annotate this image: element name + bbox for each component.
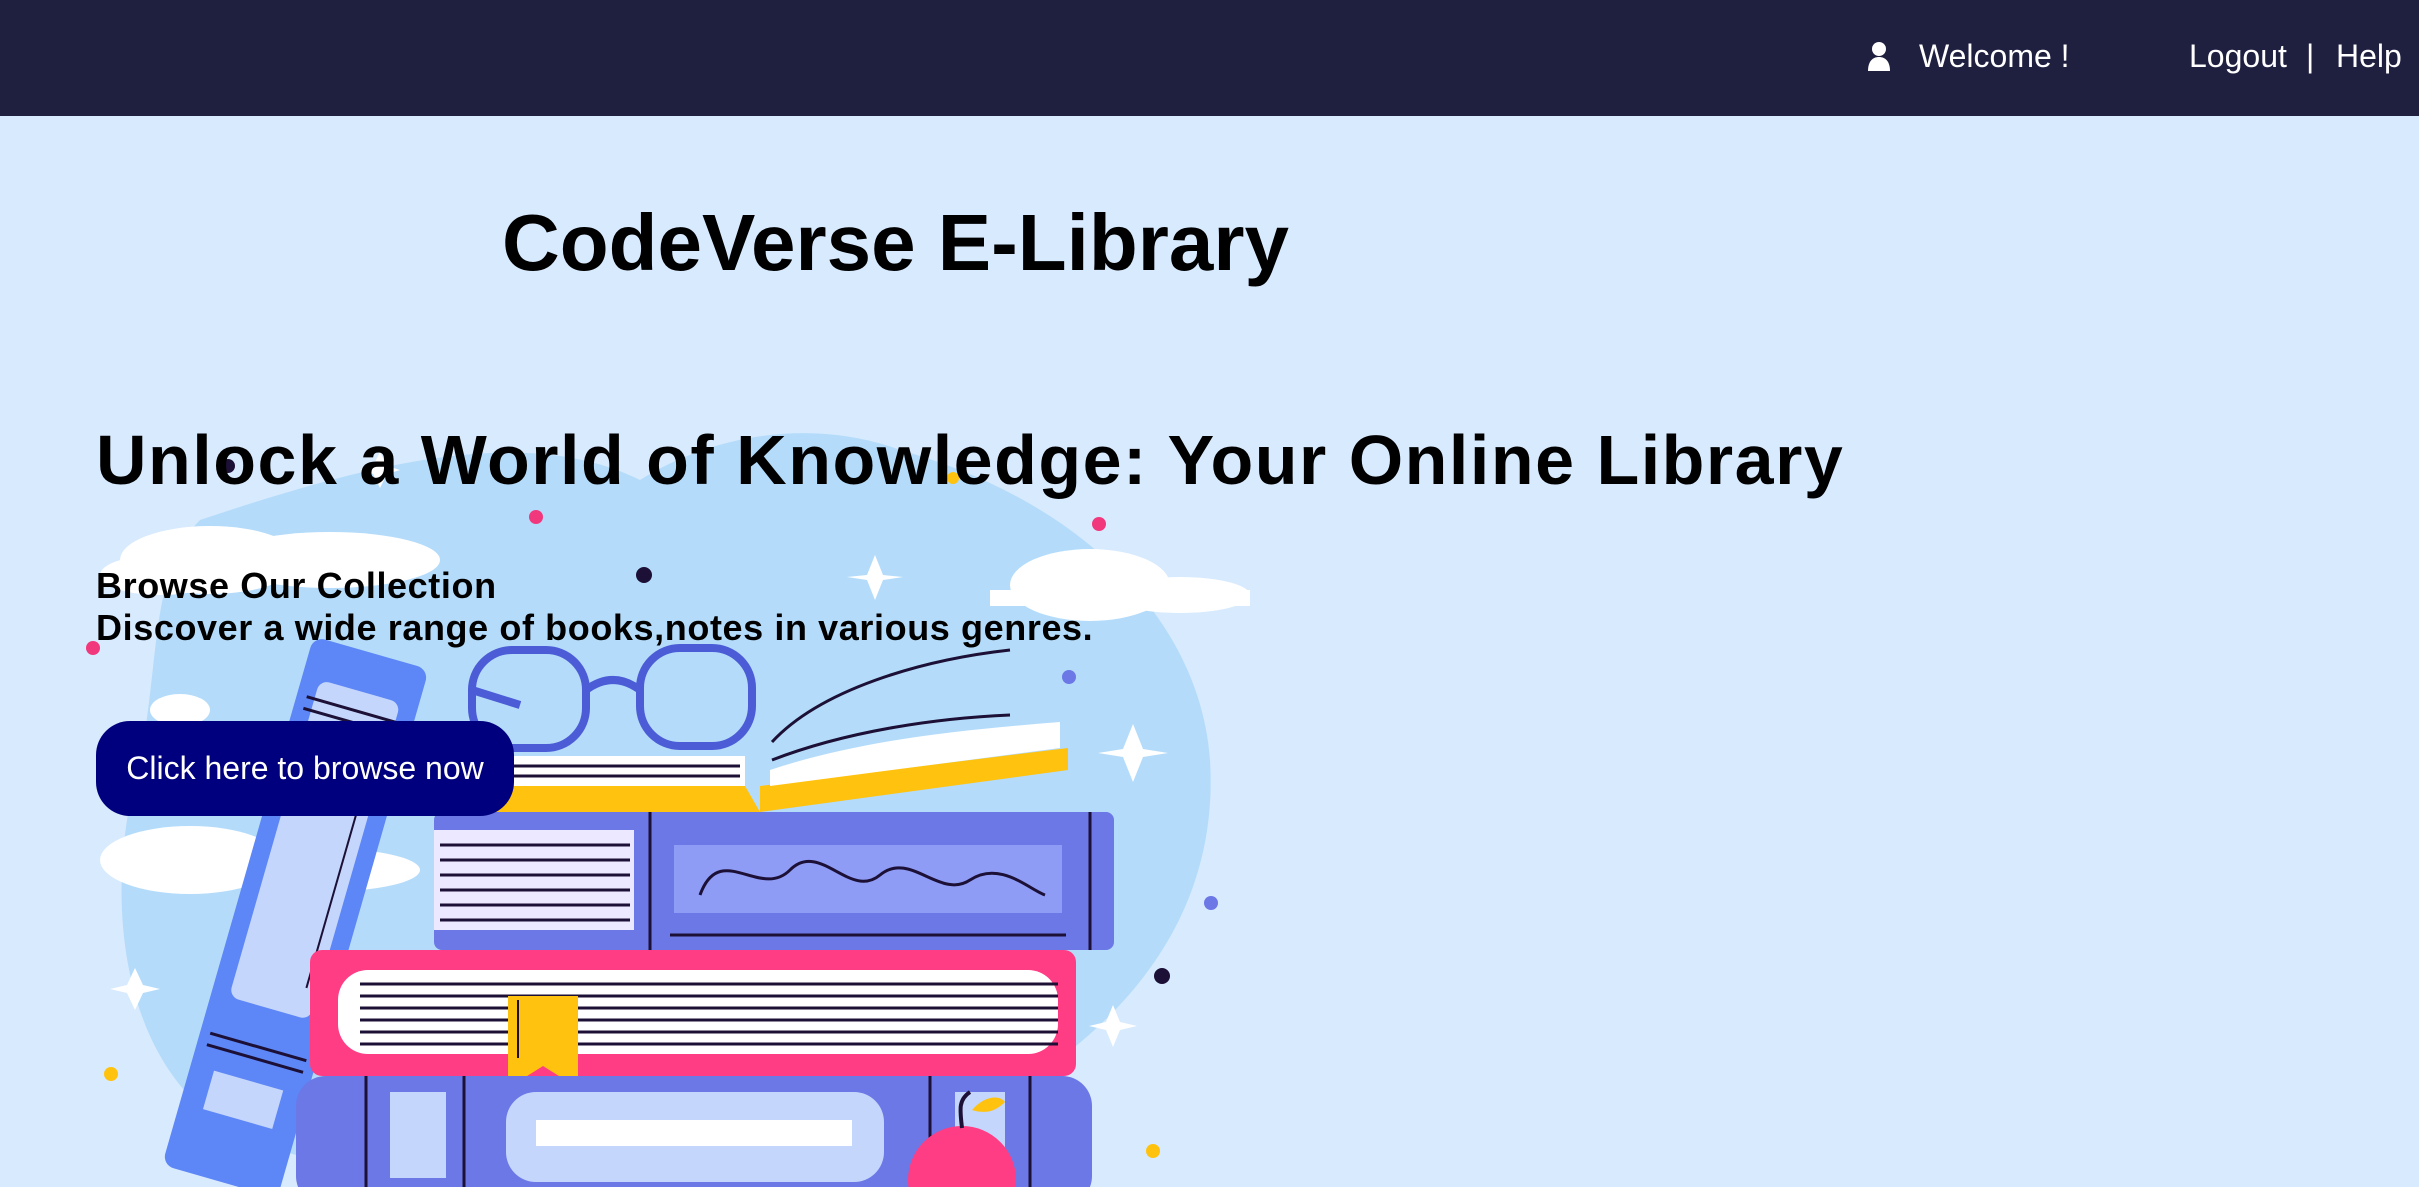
browse-now-button[interactable]: Click here to browse now (96, 721, 514, 816)
site-title: CodeVerse E-Library (502, 198, 1289, 287)
nav-separator: | (2306, 38, 2315, 74)
collection-description: Discover a wide range of books,notes in … (96, 607, 1094, 648)
logout-link[interactable]: Logout (2189, 36, 2287, 76)
top-navbar: Welcome ! Logout | Help (0, 0, 2419, 116)
pink-book (310, 950, 1076, 1088)
welcome-text: Welcome ! (1919, 38, 2070, 74)
user-icon (1866, 40, 1892, 72)
purple-book (434, 812, 1114, 950)
hero-heading: Unlock a World of Knowledge: Your Online… (96, 421, 1845, 499)
help-link[interactable]: Help (2336, 36, 2402, 76)
collection-heading: Browse Our Collection (96, 565, 497, 606)
